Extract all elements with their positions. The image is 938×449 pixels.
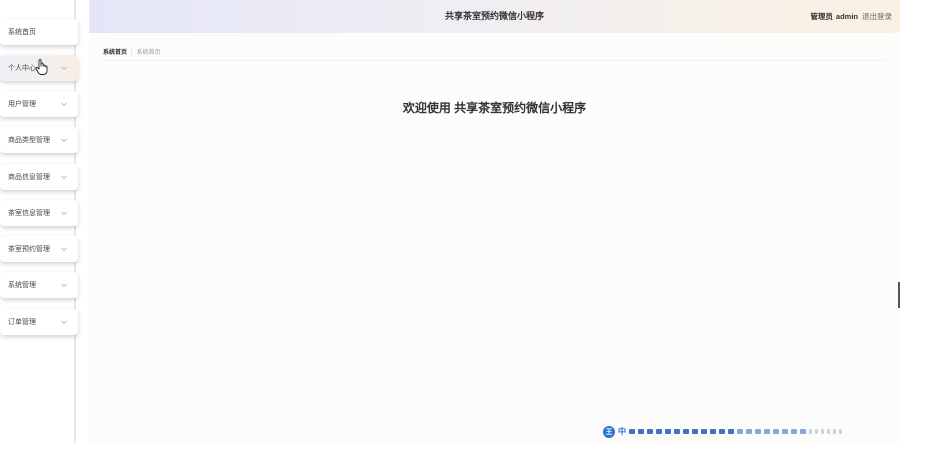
sidebar: 系统首页 个人中心 用户管理 商品类型管理 商品信息管理 茶室信息管理 茶室预约… [0,0,78,443]
ime-tool-icon[interactable] [665,429,671,434]
breadcrumb-divider [103,60,887,61]
ime-tool-icon[interactable] [719,429,725,434]
sidebar-item-system-management[interactable]: 系统管理 [0,272,78,298]
welcome-heading: 欢迎使用 共享茶室预约微信小程序 [402,101,587,115]
chevron-down-icon [61,247,67,252]
ime-tool-icon[interactable] [692,429,698,434]
ime-tool-icon[interactable] [827,429,830,434]
chevron-down-icon [61,175,67,180]
chevron-down-icon [61,66,67,71]
app-title: 共享茶室预约微信小程序 [444,11,544,21]
sidebar-item-label: 系统首页 [8,29,36,36]
ime-handwriting-icon[interactable] [638,429,644,434]
username: admin [835,12,858,21]
ime-toolbar[interactable]: 王 中 [603,425,842,438]
main-content: 系统首页 | 系统首页 欢迎使用 共享茶室预约微信小程序 [89,33,900,443]
chevron-down-icon [61,138,67,143]
breadcrumb-separator: | [131,50,133,56]
chevron-down-icon [61,211,67,216]
sidebar-item-product-type-management[interactable]: 商品类型管理 [0,127,78,153]
chevron-down-icon [61,320,67,325]
ime-logo-icon[interactable]: 王 [603,425,615,438]
breadcrumb: 系统首页 | 系统首页 [103,47,161,56]
ime-tool-icon[interactable] [839,429,842,434]
ime-tool-icon[interactable] [683,429,689,434]
ime-tool-icon[interactable] [809,429,812,434]
app-root: 系统首页 个人中心 用户管理 商品类型管理 商品信息管理 茶室信息管理 茶室预约… [0,0,938,449]
ime-tool-icon[interactable] [815,429,818,434]
scrollbar[interactable] [898,282,900,308]
ime-tool-icon[interactable] [773,429,779,434]
logout-link[interactable]: 退出登录 [862,12,892,21]
ime-keyboard-icon[interactable] [656,429,662,434]
breadcrumb-current: 系统首页 [136,50,161,56]
ime-tool-icon[interactable] [791,429,797,434]
ime-punctuation-icon[interactable] [629,429,635,434]
ime-tool-icon[interactable] [710,429,716,434]
sidebar-item-user-management[interactable]: 用户管理 [0,91,78,117]
chevron-down-icon [61,283,67,288]
ime-tool-icon[interactable] [674,429,680,434]
sidebar-item-personal-center[interactable]: 个人中心 [0,55,78,81]
hand-cursor-icon [35,59,48,75]
ime-tool-icon[interactable] [782,429,788,434]
ime-mode-indicator[interactable]: 中 [618,426,626,437]
top-header: 共享茶室预约微信小程序 管理员 admin 退出登录 [89,0,900,33]
sidebar-item-product-info-management[interactable]: 商品信息管理 [0,164,78,190]
user-role: 管理员 [810,12,833,21]
breadcrumb-home[interactable]: 系统首页 [103,50,127,56]
sidebar-item-tearoom-info-management[interactable]: 茶室信息管理 [0,200,78,226]
ime-tool-icon[interactable] [728,429,734,434]
ime-tool-icon[interactable] [746,429,752,434]
sidebar-item-home[interactable]: 系统首页 [0,19,78,45]
chevron-down-icon [61,102,67,107]
sidebar-item-order-management[interactable]: 订单管理 [0,309,78,335]
ime-tool-icon[interactable] [764,429,770,434]
ime-tool-icon[interactable] [755,429,761,434]
ime-tool-icon[interactable] [701,429,707,434]
ime-tools-icon[interactable] [647,429,653,434]
sidebar-item-tearoom-booking-management[interactable]: 茶室预约管理 [0,236,78,262]
user-area: 管理员 admin 退出登录 [810,0,892,33]
ime-tool-icon[interactable] [737,429,743,434]
ime-tool-icon[interactable] [821,429,824,434]
ime-tool-icon[interactable] [833,429,836,434]
ime-tool-icon[interactable] [800,429,806,434]
